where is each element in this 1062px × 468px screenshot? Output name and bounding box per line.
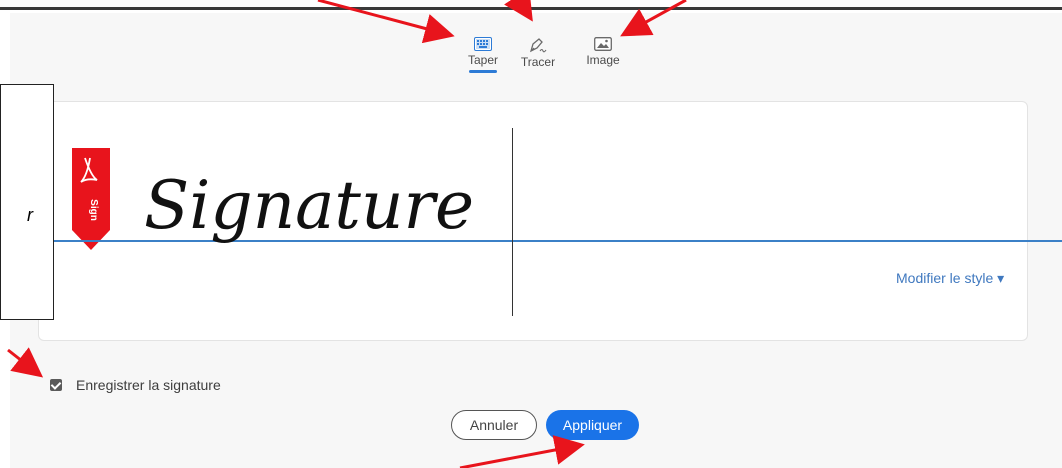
tab-taper-label: Taper xyxy=(467,53,499,67)
modify-style-button[interactable]: Modifier le style ▾ xyxy=(896,270,1004,287)
save-signature-label: Enregistrer la signature xyxy=(76,377,221,393)
text-caret xyxy=(512,128,513,316)
tab-taper[interactable]: Taper xyxy=(453,27,513,73)
save-signature-checkbox[interactable] xyxy=(50,379,62,391)
apply-button[interactable]: Appliquer xyxy=(546,410,639,440)
callout-text: r xyxy=(27,205,33,225)
save-signature-row[interactable]: Enregistrer la signature xyxy=(50,376,221,394)
window-top-bar xyxy=(0,0,1062,10)
cancel-button[interactable]: Annuler xyxy=(451,410,537,440)
annotation-callout-box: r xyxy=(0,84,54,320)
signature-preview: Signature xyxy=(144,167,474,244)
ribbon-label: Sign xyxy=(88,199,99,221)
signature-mode-tabs: Taper Tracer Image xyxy=(10,27,1062,87)
tab-image-label: Image xyxy=(586,53,620,67)
keyboard-icon xyxy=(474,37,492,51)
tab-tracer-label: Tracer xyxy=(520,55,556,69)
caret-down-icon: ▾ xyxy=(997,270,1005,286)
pen-draw-icon xyxy=(529,38,547,53)
tab-image[interactable]: Image xyxy=(573,27,633,67)
signature-text: Signature xyxy=(144,167,474,244)
modify-style-label: Modifier le style xyxy=(896,270,994,286)
image-icon xyxy=(594,37,612,51)
active-tab-indicator xyxy=(469,70,497,73)
tab-tracer[interactable]: Tracer xyxy=(508,27,568,69)
adobe-sign-ribbon: Sign xyxy=(72,148,110,250)
